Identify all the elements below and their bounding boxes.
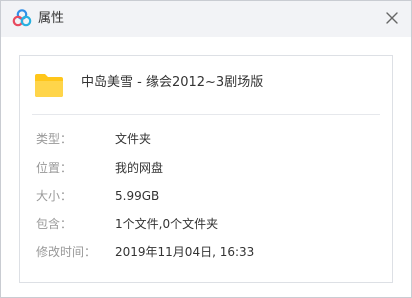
property-value: 5.99GB <box>115 189 160 203</box>
close-icon[interactable] <box>383 9 401 27</box>
property-label: 位置： <box>36 161 73 175</box>
title-bar: 属性 <box>1 1 411 37</box>
folder-icon <box>33 69 65 101</box>
properties-panel: 中岛美雪 - 缘会2012~3剧场版 类型： 文件夹 位置： 我的网盘 大小： … <box>19 55 393 283</box>
property-row-modified-time: 修改时间： 2019年11月04日, 16:33 <box>20 243 392 261</box>
property-row-type: 类型： 文件夹 <box>20 130 392 148</box>
property-label: 修改时间： <box>36 245 97 259</box>
item-name: 中岛美雪 - 缘会2012~3剧场版 <box>81 75 264 90</box>
property-row-location: 位置： 我的网盘 <box>20 159 392 177</box>
property-value: 文件夹 <box>115 132 152 146</box>
property-row-size: 大小： 5.99GB <box>20 187 392 205</box>
property-value: 2019年11月04日, 16:33 <box>115 245 255 259</box>
baidu-netdisk-logo-icon <box>12 8 32 28</box>
dialog-title: 属性 <box>38 11 65 26</box>
property-row-contains: 包含： 1个文件,0个文件夹 <box>20 215 392 233</box>
property-label: 大小： <box>36 189 73 203</box>
property-value: 1个文件,0个文件夹 <box>115 217 219 231</box>
property-value: 我的网盘 <box>115 161 164 175</box>
property-label: 类型： <box>36 132 73 146</box>
properties-dialog: 属性 中岛美雪 - 缘会2012~3剧场版 类型： 文件夹 位置： 我的网盘 大… <box>0 0 412 298</box>
property-label: 包含： <box>36 217 73 231</box>
divider <box>32 114 380 115</box>
